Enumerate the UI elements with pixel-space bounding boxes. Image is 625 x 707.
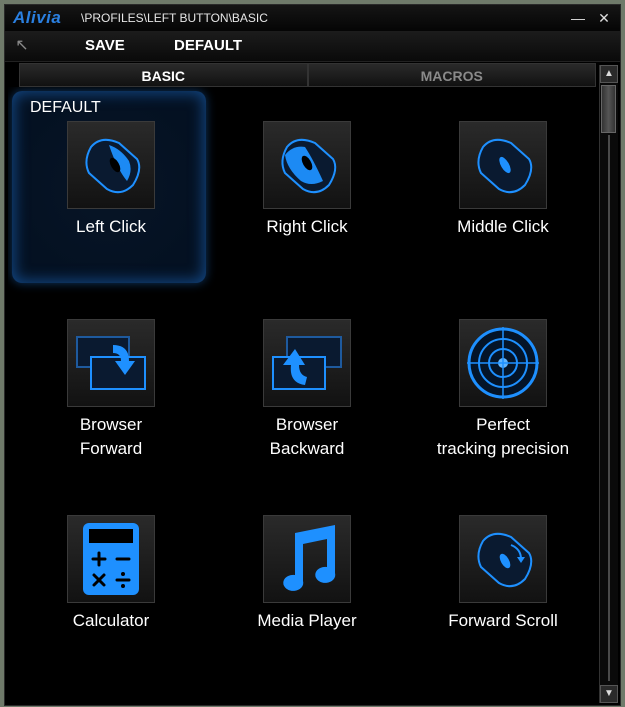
scroll-thumb[interactable] <box>601 85 616 133</box>
item-browser-backward[interactable]: Browser Backward <box>212 319 402 461</box>
item-label: Forward Scroll <box>448 611 558 630</box>
app-logo: Alivia <box>13 8 62 27</box>
music-note-icon <box>263 515 351 603</box>
browser-backward-icon <box>263 319 351 407</box>
item-right-click[interactable]: Right Click <box>212 121 402 239</box>
item-media-player[interactable]: Media Player <box>212 515 402 633</box>
item-forward-scroll[interactable]: Forward Scroll <box>408 515 595 633</box>
mouse-right-click-icon <box>263 121 351 209</box>
item-left-click[interactable]: Left Click <box>16 121 206 239</box>
calculator-icon <box>67 515 155 603</box>
item-label: Browser Forward <box>79 415 143 458</box>
title-bar: Alivia \PROFILES\LEFT BUTTON\BASIC — ✕ <box>5 5 620 31</box>
target-icon <box>459 319 547 407</box>
item-label: Middle Click <box>457 217 549 236</box>
mouse-left-click-icon <box>67 121 155 209</box>
vertical-scrollbar[interactable]: ▲ ▼ <box>599 65 618 703</box>
item-label: Perfect tracking precision <box>436 415 570 458</box>
function-grid: DEFAULT Left Click Right Click Middle Cl… <box>8 87 595 705</box>
close-button[interactable]: ✕ <box>595 9 613 27</box>
default-button[interactable]: DEFAULT <box>174 37 242 54</box>
profile-path: \PROFILES\LEFT BUTTON\BASIC <box>81 11 268 25</box>
save-button[interactable]: SAVE <box>85 37 125 54</box>
tab-macros[interactable]: MACROS <box>307 63 596 87</box>
back-arrow-icon[interactable]: ↖ <box>13 37 31 55</box>
item-label: Right Click <box>266 217 348 236</box>
item-label: Left Click <box>76 217 146 236</box>
item-label: Browser Backward <box>269 415 345 458</box>
item-label: Media Player <box>257 611 357 630</box>
browser-forward-icon <box>67 319 155 407</box>
app-window: Alivia \PROFILES\LEFT BUTTON\BASIC — ✕ ↖… <box>4 4 621 706</box>
scroll-up-icon[interactable]: ▲ <box>600 65 618 83</box>
scroll-down-icon[interactable]: ▼ <box>600 685 618 703</box>
scroll-track <box>608 135 610 681</box>
item-calculator[interactable]: Calculator <box>16 515 206 633</box>
item-perfect-tracking[interactable]: Perfect tracking precision <box>408 319 595 461</box>
item-middle-click[interactable]: Middle Click <box>408 121 595 239</box>
toolbar: ↖ SAVE DEFAULT <box>5 31 620 62</box>
item-browser-forward[interactable]: Browser Forward <box>16 319 206 461</box>
tab-basic[interactable]: BASIC <box>19 63 308 87</box>
item-label: Calculator <box>72 611 150 630</box>
minimize-button[interactable]: — <box>569 9 587 27</box>
mouse-middle-click-icon <box>459 121 547 209</box>
section-label: DEFAULT <box>30 99 101 116</box>
mouse-scroll-forward-icon <box>459 515 547 603</box>
tab-bar: BASIC MACROS <box>19 63 596 87</box>
